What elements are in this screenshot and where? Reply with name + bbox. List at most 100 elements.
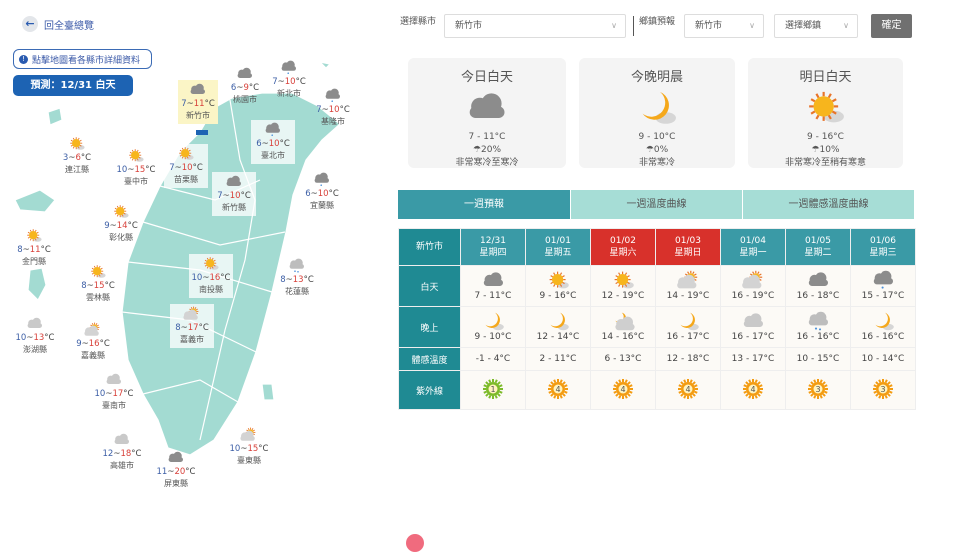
divider <box>633 16 634 36</box>
uv-value: 4 <box>620 385 625 394</box>
town-select[interactable]: 選擇鄉鎮 ∨ <box>774 14 858 38</box>
map-city[interactable]: 8~17°C 嘉義市 <box>170 304 214 348</box>
map-city[interactable]: 8~15°C 雲林縣 <box>76 264 120 304</box>
city-temp: 10~17°C <box>94 388 134 399</box>
city-temp: 7~10°C <box>169 162 203 173</box>
map-city[interactable]: 7~10°C 苗栗縣 <box>164 144 208 188</box>
map-city[interactable]: 11~20°C 屏東縣 <box>154 450 198 490</box>
umbrella-icon: ☂ <box>811 145 820 155</box>
sun-icon <box>179 147 194 160</box>
city-name: 金門縣 <box>22 256 46 266</box>
day-cell: 12 - 19°C <box>590 265 656 307</box>
chevron-down-icon: ∨ <box>749 21 755 30</box>
taiwan-map[interactable] <box>0 0 380 500</box>
uv-value: 1 <box>490 385 495 394</box>
city-name: 臺南市 <box>102 400 126 410</box>
sun-icon <box>27 229 42 242</box>
city-temp: 9~14°C <box>104 220 138 231</box>
uv-value: 4 <box>555 385 560 394</box>
sun-icon <box>549 271 569 289</box>
uv-cell: 4 <box>720 370 786 410</box>
map-city[interactable]: 10~15°C 臺中市 <box>114 148 158 188</box>
tab-week-temp-curve[interactable]: 一週溫度曲線 <box>571 190 742 219</box>
map-city[interactable]: 12~18°C 高雄市 <box>100 432 144 472</box>
chevron-down-icon: ∨ <box>611 21 617 30</box>
card-rain: ☂20% <box>472 145 502 155</box>
map-city[interactable]: 6~10°C 宜蘭縣 <box>300 172 344 212</box>
day-header: 01/05 星期二 <box>785 228 851 266</box>
rain-light-icon <box>808 312 828 331</box>
uv-index-icon: 4 <box>613 378 633 399</box>
floating-button[interactable] <box>406 534 424 552</box>
city-name: 新北市 <box>277 88 301 98</box>
sun-icon <box>129 149 144 162</box>
rain-icon <box>873 271 893 289</box>
map-city[interactable]: 10~17°C 臺南市 <box>92 372 136 412</box>
city-temp: 10~15°C <box>229 443 269 454</box>
feel-cell: -1 - 4°C <box>460 347 526 371</box>
map-city[interactable]: 9~16°C 嘉義縣 <box>71 322 115 362</box>
map-city[interactable]: 10~15°C 臺東縣 <box>227 427 271 467</box>
sun-icon <box>70 137 85 150</box>
rain-icon <box>281 60 297 74</box>
map-city[interactable]: 6~9°C 桃園市 <box>223 66 267 106</box>
day-cell: 16 - 19°C <box>720 265 786 307</box>
day-cell: 14 - 19°C <box>655 265 721 307</box>
night-cell: 9 - 10°C <box>460 306 526 348</box>
card-title: 明日白天 <box>799 70 852 85</box>
day-header: 12/31 星期四 <box>460 228 526 266</box>
uv-cell: 4 <box>655 370 721 410</box>
card-title: 今晚明晨 <box>630 70 683 85</box>
city-name: 桃園市 <box>233 94 257 104</box>
map-city[interactable]: 3~6°C 連江縣 <box>55 136 99 176</box>
day-header: 01/02 星期六 <box>590 228 656 266</box>
feel-cell: 2 - 11°C <box>525 347 591 371</box>
map-city[interactable]: 9~14°C 彰化縣 <box>99 204 143 244</box>
map-city[interactable]: 7~10°C 基隆市 <box>311 88 355 128</box>
feel-cell: 10 - 14°C <box>850 347 916 371</box>
night-cell: 12 - 14°C <box>525 306 591 348</box>
uv-index-icon: 1 <box>483 378 503 399</box>
town-county-select[interactable]: 新竹市 ∨ <box>684 14 764 38</box>
city-name: 花蓮縣 <box>285 286 309 296</box>
tab-week-forecast[interactable]: 一週預報 <box>398 190 570 219</box>
city-name: 新竹市 <box>186 110 210 120</box>
city-name: 基隆市 <box>321 116 345 126</box>
moon-icon <box>642 91 676 124</box>
cloud-light-icon <box>743 313 763 328</box>
uv-cell: 4 <box>590 370 656 410</box>
cloud-light-icon <box>114 433 130 444</box>
night-cell: 16 - 16°C <box>785 306 851 348</box>
kinmen-island <box>14 189 56 213</box>
city-temp: 10~15°C <box>116 164 156 175</box>
city-temp: 9~16°C <box>76 338 110 349</box>
feel-cell: 12 - 18°C <box>655 347 721 371</box>
map-city[interactable]: 7~10°C 新竹縣 <box>212 172 256 216</box>
card-rain: ☂0% <box>645 145 669 155</box>
map-city[interactable]: 10~16°C 南投縣 <box>189 254 233 298</box>
map-city[interactable]: 7~10°C 新北市 <box>267 60 311 100</box>
day-header: 01/01 星期五 <box>525 228 591 266</box>
card-feel: 非常寒冷 <box>638 158 675 168</box>
city-name: 屏東縣 <box>164 478 188 488</box>
map-city[interactable]: 8~13°C 花蓮縣 <box>275 258 319 298</box>
map-city[interactable]: 7~11°C 新竹市 <box>178 80 218 124</box>
city-temp: 8~15°C <box>81 280 115 291</box>
county-label: 選擇縣市 <box>400 17 437 27</box>
city-temp: 6~10°C <box>256 138 290 149</box>
county-select[interactable]: 新竹市 ∨ <box>444 14 626 38</box>
city-name: 高雄市 <box>110 460 134 470</box>
map-city[interactable]: 8~11°C 金門縣 <box>12 228 56 268</box>
cloud-light-icon <box>27 317 43 328</box>
confirm-button[interactable]: 確定 <box>871 14 912 38</box>
map-city[interactable]: 6~10°C 臺北市 <box>251 120 295 164</box>
map-city[interactable]: 10~13°C 澎湖縣 <box>13 316 57 356</box>
tab-week-feel-curve[interactable]: 一週體感溫度曲線 <box>743 190 914 219</box>
city-temp: 7~11°C <box>181 98 215 109</box>
sun-icon <box>204 257 219 270</box>
cloud-icon <box>469 93 505 118</box>
city-temp: 10~13°C <box>15 332 55 343</box>
uv-cell: 3 <box>785 370 851 410</box>
card-rain: ☂10% <box>811 145 840 155</box>
umbrella-icon: ☂ <box>645 145 654 155</box>
